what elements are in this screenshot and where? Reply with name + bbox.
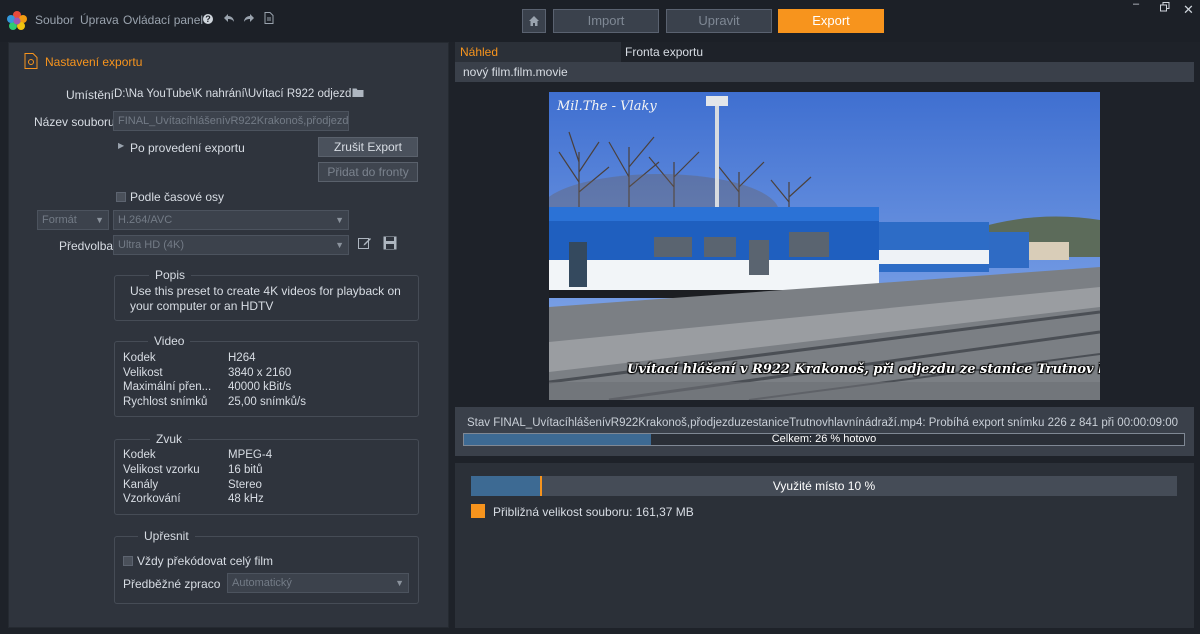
document-icon[interactable] xyxy=(264,12,274,28)
video-title: Video xyxy=(148,334,191,348)
menu-edit[interactable]: Úprava xyxy=(80,13,119,27)
tab-preview[interactable]: Náhled xyxy=(455,42,621,62)
audio-value: Stereo xyxy=(228,479,262,491)
cancel-export-button[interactable]: Zrušit Export xyxy=(318,137,418,157)
menu-file[interactable]: Soubor xyxy=(35,13,74,27)
file-size-swatch xyxy=(471,504,485,518)
add-to-queue-button[interactable]: Přidat do fronty xyxy=(318,162,418,182)
video-key: Velikost xyxy=(123,367,163,379)
audio-key: Velikost vzorku xyxy=(123,464,200,476)
video-watermark: Mil.The - Vlaky xyxy=(557,99,657,114)
prerender-label: Předběžné zpraco xyxy=(123,577,221,591)
video-value: H264 xyxy=(228,352,256,364)
top-bar: Soubor Úprava Ovládací panel ? Import Up… xyxy=(0,0,1200,42)
disk-space-area: Využité místo 10 % Přibližná velikost so… xyxy=(455,463,1194,628)
home-icon xyxy=(528,15,540,30)
preset-dropdown[interactable]: Ultra HD (4K) ▼ xyxy=(113,235,349,255)
space-used-label: Využité místo 10 % xyxy=(772,479,876,493)
menu-control-panel[interactable]: Ovládací panel xyxy=(123,13,203,27)
after-export-label[interactable]: Po provedení exportu xyxy=(130,141,245,155)
audio-key: Kanály xyxy=(123,479,159,491)
refine-title: Upřesnit xyxy=(138,529,195,543)
tab-export-queue-label: Fronta exportu xyxy=(625,45,704,59)
location-label: Umístění xyxy=(66,88,115,102)
location-value: D:\Na YouTube\K nahrání\Uvítací R922 odj… xyxy=(114,88,361,100)
movie-name-bar: nový film.film.movie xyxy=(455,62,1194,82)
home-button[interactable] xyxy=(522,9,546,33)
codec-dropdown[interactable]: H.264/AVC ▼ xyxy=(113,210,349,230)
audio-value: 16 bitů xyxy=(228,464,263,476)
audio-key: Kodek xyxy=(123,449,156,461)
preview-area: nový film.film.movie Mil.The - Vlaky Uví… xyxy=(455,62,1194,456)
expand-arrow-icon[interactable]: ▶ xyxy=(118,141,124,150)
save-icon[interactable] xyxy=(383,236,397,253)
timeline-label: Podle časové osy xyxy=(130,190,225,204)
tab-preview-label: Náhled xyxy=(460,45,499,59)
total-progress-bar: Celkem: 26 % hotovo xyxy=(463,433,1185,446)
chevron-down-icon: ▼ xyxy=(395,578,404,588)
codec-value: H.264/AVC xyxy=(118,214,173,226)
audio-title: Zvuk xyxy=(150,432,189,446)
tab-export-queue[interactable]: Fronta exportu xyxy=(621,42,1194,62)
video-value: 40000 kBit/s xyxy=(228,381,292,393)
export-settings-icon xyxy=(24,53,38,72)
export-settings-panel: Nastavení exportu Umístění D:\Na YouTube… xyxy=(8,42,449,628)
video-value: 25,00 snímků/s xyxy=(228,396,306,408)
video-key: Maximální přen... xyxy=(123,381,212,393)
restore-button[interactable] xyxy=(1160,2,1170,15)
prerender-dropdown[interactable]: Automatický ▼ xyxy=(227,573,409,593)
always-recode-checkbox[interactable] xyxy=(123,556,133,566)
edit-button[interactable]: Upravit xyxy=(666,9,772,33)
app-logo-icon xyxy=(6,10,28,32)
audio-value: 48 kHz xyxy=(228,493,264,505)
format-dropdown[interactable]: Formát ▼ xyxy=(37,210,109,230)
folder-icon[interactable] xyxy=(352,87,364,101)
timeline-checkbox[interactable] xyxy=(116,192,126,202)
chevron-down-icon: ▼ xyxy=(95,215,104,225)
audio-value: MPEG-4 xyxy=(228,449,273,461)
video-frame: Mil.The - Vlaky Uvítací hlášení v R922 K… xyxy=(549,92,1100,400)
prerender-value: Automatický xyxy=(232,577,292,589)
format-label: Formát xyxy=(42,214,77,226)
chevron-down-icon: ▼ xyxy=(335,240,344,250)
preset-label: Předvolba xyxy=(59,239,114,253)
export-settings-title: Nastavení exportu xyxy=(45,55,143,69)
chevron-down-icon: ▼ xyxy=(335,215,344,225)
preset-value: Ultra HD (4K) xyxy=(118,239,185,251)
always-recode-label: Vždy překódovat celý film xyxy=(137,554,274,568)
minimize-button[interactable]: ‒ xyxy=(1133,0,1139,10)
video-caption: Uvítací hlášení v R922 Krakonoš, při odj… xyxy=(627,362,1100,377)
audio-key: Vzorkování xyxy=(123,493,181,505)
video-key: Rychlost snímků xyxy=(123,396,208,408)
filename-input[interactable]: FINAL_UvítacíhlášenívR922Krakonoš,přodje… xyxy=(113,111,349,131)
status-text: Stav FINAL_UvítacíhlášenívR922Krakonoš,p… xyxy=(467,417,1179,429)
export-button[interactable]: Export xyxy=(778,9,884,33)
description-title: Popis xyxy=(149,268,192,282)
total-progress-label: Celkem: 26 % hotovo xyxy=(771,433,877,445)
video-value: 3840 x 2160 xyxy=(228,367,292,379)
undo-icon[interactable] xyxy=(223,12,235,28)
video-key: Kodek xyxy=(123,352,156,364)
status-area xyxy=(455,407,1194,456)
movie-name: nový film.film.movie xyxy=(463,65,568,79)
edit-icon[interactable] xyxy=(358,236,372,253)
preview-tabs: Náhled Fronta exportu xyxy=(455,42,1194,62)
filename-label: Název souboru xyxy=(34,115,115,129)
help-icon[interactable]: ? xyxy=(203,14,213,24)
space-used-bar: Využité místo 10 % xyxy=(471,476,1177,496)
redo-icon[interactable] xyxy=(243,12,255,28)
refine-group xyxy=(114,536,419,604)
import-button[interactable]: Import xyxy=(553,9,659,33)
close-button[interactable]: ✕ xyxy=(1183,2,1194,18)
file-size-label: Přibližná velikost souboru: 161,37 MB xyxy=(493,505,694,519)
description-text: Use this preset to create 4K videos for … xyxy=(130,284,401,313)
